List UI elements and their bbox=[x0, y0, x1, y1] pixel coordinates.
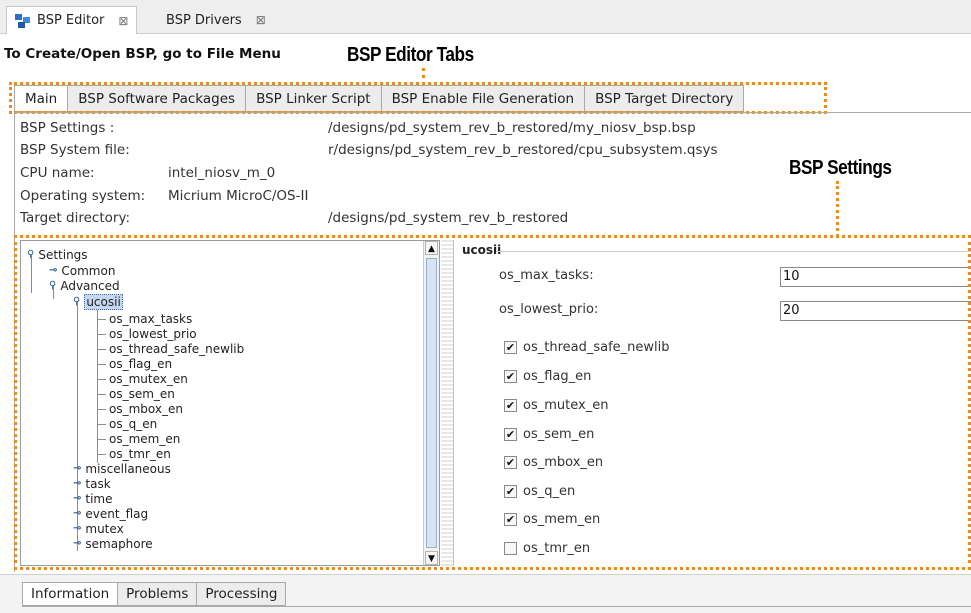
close-icon[interactable]: ⊠ bbox=[256, 13, 266, 27]
tab-processing[interactable]: Processing bbox=[196, 582, 287, 606]
bsp-editor-icon bbox=[15, 13, 31, 28]
info-value: Micrium MicroC/OS-II bbox=[168, 188, 309, 204]
tab-bsp-drivers[interactable]: BSP Drivers ⊠ bbox=[158, 6, 274, 34]
info-cpu-name: CPU name: intel_niosv_m_0 bbox=[20, 162, 275, 184]
info-target-directory: Target directory: /designs/pd_system_rev… bbox=[20, 207, 568, 229]
info-label: BSP Settings : bbox=[20, 120, 115, 136]
bottom-divider bbox=[22, 606, 971, 607]
settings-highlight-box bbox=[14, 235, 971, 570]
info-label: CPU name: bbox=[20, 165, 95, 181]
info-value: /designs/pd_system_rev_b_restored bbox=[328, 210, 569, 226]
tabs-highlight-box bbox=[9, 82, 827, 114]
tab-bsp-editor[interactable]: BSP Editor ⊠ bbox=[6, 6, 138, 34]
info-label: BSP System file: bbox=[20, 142, 130, 158]
info-value: r/designs/pd_system_rev_b_restored/cpu_s… bbox=[328, 142, 718, 158]
instruction-text: To Create/Open BSP, go to File Menu bbox=[4, 46, 281, 62]
close-icon[interactable]: ⊠ bbox=[118, 14, 128, 28]
tab-bsp-editor-label: BSP Editor bbox=[37, 13, 105, 28]
editor-tab-bar: BSP Editor ⊠ BSP Drivers ⊠ bbox=[0, 0, 971, 34]
tab-bsp-drivers-label: BSP Drivers bbox=[166, 12, 242, 28]
info-value: /designs/pd_system_rev_b_restored/my_nio… bbox=[328, 120, 696, 136]
callout-bsp-editor-tabs: BSP Editor Tabs bbox=[347, 44, 474, 66]
info-label: Target directory: bbox=[20, 210, 131, 226]
info-bsp-system-file: BSP System file: r/designs/pd_system_rev… bbox=[20, 139, 718, 161]
info-label: Operating system: bbox=[20, 188, 146, 204]
info-value: intel_niosv_m_0 bbox=[168, 165, 276, 181]
bottom-tab-bar: Information Problems Processing bbox=[22, 582, 287, 606]
info-operating-system: Operating system: Micrium MicroC/OS-II bbox=[20, 185, 308, 207]
tab-information[interactable]: Information bbox=[22, 582, 118, 606]
info-bsp-settings: BSP Settings : /designs/pd_system_rev_b_… bbox=[20, 117, 696, 139]
tab-problems[interactable]: Problems bbox=[117, 582, 197, 606]
